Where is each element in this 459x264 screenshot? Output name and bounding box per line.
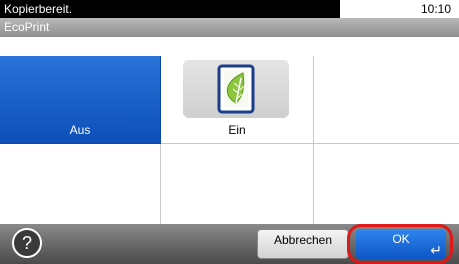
leaf-icon — [183, 60, 289, 118]
status-message: Kopierbereit. — [0, 0, 340, 18]
option-aus-label: Aus — [69, 123, 91, 137]
ok-label: OK — [392, 232, 410, 246]
status-time: 10:10 — [341, 0, 459, 18]
option-empty — [314, 144, 459, 224]
cancel-button[interactable]: Abbrechen — [257, 229, 349, 259]
enter-icon: ↵ — [430, 242, 442, 258]
option-aus[interactable]: Aus — [0, 56, 161, 144]
help-icon: ? — [21, 233, 32, 253]
option-ein[interactable]: Ein — [161, 56, 314, 144]
status-bar: Kopierbereit. 10:10 — [0, 0, 459, 18]
option-empty — [314, 56, 459, 144]
ok-button[interactable]: OK ↵ — [356, 229, 446, 259]
options-grid: Aus Ein — [0, 56, 459, 224]
option-empty — [0, 144, 161, 224]
screen-title: EcoPrint — [0, 18, 459, 37]
help-button[interactable]: ? — [12, 228, 42, 258]
option-empty — [161, 144, 314, 224]
option-ein-label: Ein — [228, 123, 246, 137]
